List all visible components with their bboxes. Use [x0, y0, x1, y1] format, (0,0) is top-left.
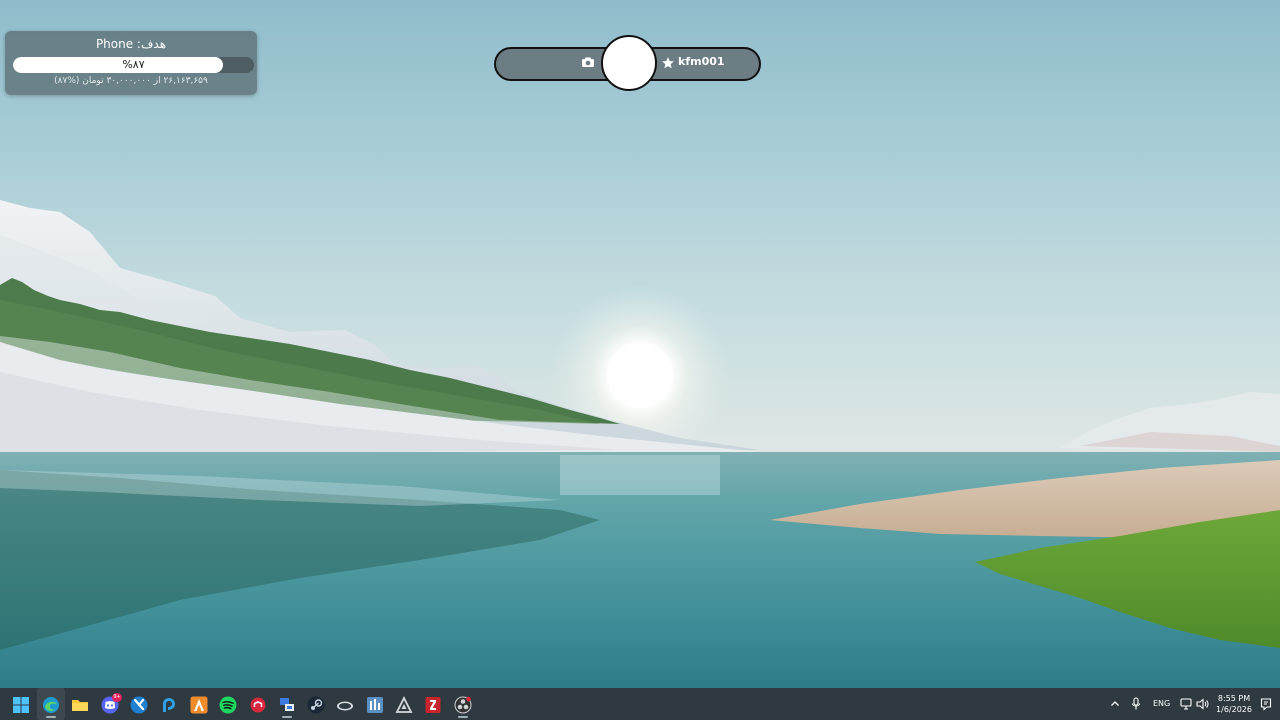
taskbar-app-triangle[interactable] [390, 688, 418, 720]
clock-time: 8:55 PM [1217, 694, 1251, 703]
show-hidden-icons-chevron-icon[interactable] [1110, 699, 1120, 709]
windows-start-icon [13, 697, 29, 713]
volume-icon[interactable] [1196, 698, 1209, 710]
desktop-wallpaper [0, 200, 1280, 688]
star-icon [662, 57, 674, 69]
goal-percent-label: %۸۷ [122, 58, 145, 71]
goal-progress-track: %۸۷ [13, 57, 254, 73]
edge-icon [43, 697, 59, 713]
taskbar-app-red[interactable] [244, 688, 272, 720]
taskbar-app-steam[interactable] [302, 688, 330, 720]
obs-icon [454, 696, 472, 714]
taskbar-app-discord[interactable]: 9+ [96, 688, 124, 720]
taskbar-app-filezilla[interactable] [419, 688, 447, 720]
file-explorer-icon [72, 700, 88, 711]
goal-title: هدف: Phone [95, 37, 167, 51]
taskbar-app-obs[interactable] [449, 688, 477, 720]
windows-start-button[interactable] [7, 688, 35, 720]
taskbar-app-arch[interactable] [185, 688, 213, 720]
donation-goal-widget: هدف: Phone %۸۷ ۲۶,۱۶۳,۶۵۹ از ۳۰,۰۰۰,۰۰۰ … [5, 31, 257, 95]
network-icon[interactable] [1180, 698, 1193, 710]
vscode-icon [130, 696, 148, 714]
arch-app-icon [190, 696, 208, 714]
spotify-icon [219, 696, 237, 714]
goal-amount-subtitle: ۲۶,۱۶۳,۶۵۹ از ۳۰,۰۰۰,۰۰۰ تومان (%۸۷) [54, 76, 208, 86]
avatar-circle [601, 35, 657, 91]
taskbar-app-spotify[interactable] [214, 688, 242, 720]
taskbar: 9+ ENG 8:55 PM 1/6/2026 [0, 688, 1280, 720]
telegram-icon [163, 698, 175, 712]
gamepad-app-icon [337, 701, 353, 711]
microphone-icon[interactable] [1131, 697, 1141, 711]
taskbar-clock[interactable]: 8:55 PM 1/6/2026 [1212, 693, 1256, 715]
taskbar-app-vscode[interactable] [125, 688, 153, 720]
taskbar-app-telegram[interactable] [155, 688, 183, 720]
steam-icon [307, 696, 325, 714]
taskbar-app-edge[interactable] [37, 688, 65, 720]
desktop [0, 0, 1280, 688]
bars-app-icon [367, 697, 383, 713]
taskbar-app-network[interactable] [273, 688, 301, 720]
taskbar-app-file-explorer[interactable] [66, 688, 94, 720]
taskbar-app-bars[interactable] [361, 688, 389, 720]
network-app-icon [280, 698, 294, 711]
clock-date: 1/6/2026 [1216, 705, 1252, 714]
stream-username: kfm001 [678, 55, 725, 68]
input-language-indicator[interactable]: ENG [1153, 688, 1170, 720]
taskbar-app-gamepad[interactable] [331, 688, 359, 720]
camera-icon [582, 57, 594, 67]
red-app-icon [250, 697, 266, 713]
triangle-app-icon [395, 695, 413, 713]
filezilla-icon [425, 697, 441, 713]
notification-center-icon[interactable] [1260, 697, 1272, 711]
discord-badge: 9+ [112, 693, 122, 702]
